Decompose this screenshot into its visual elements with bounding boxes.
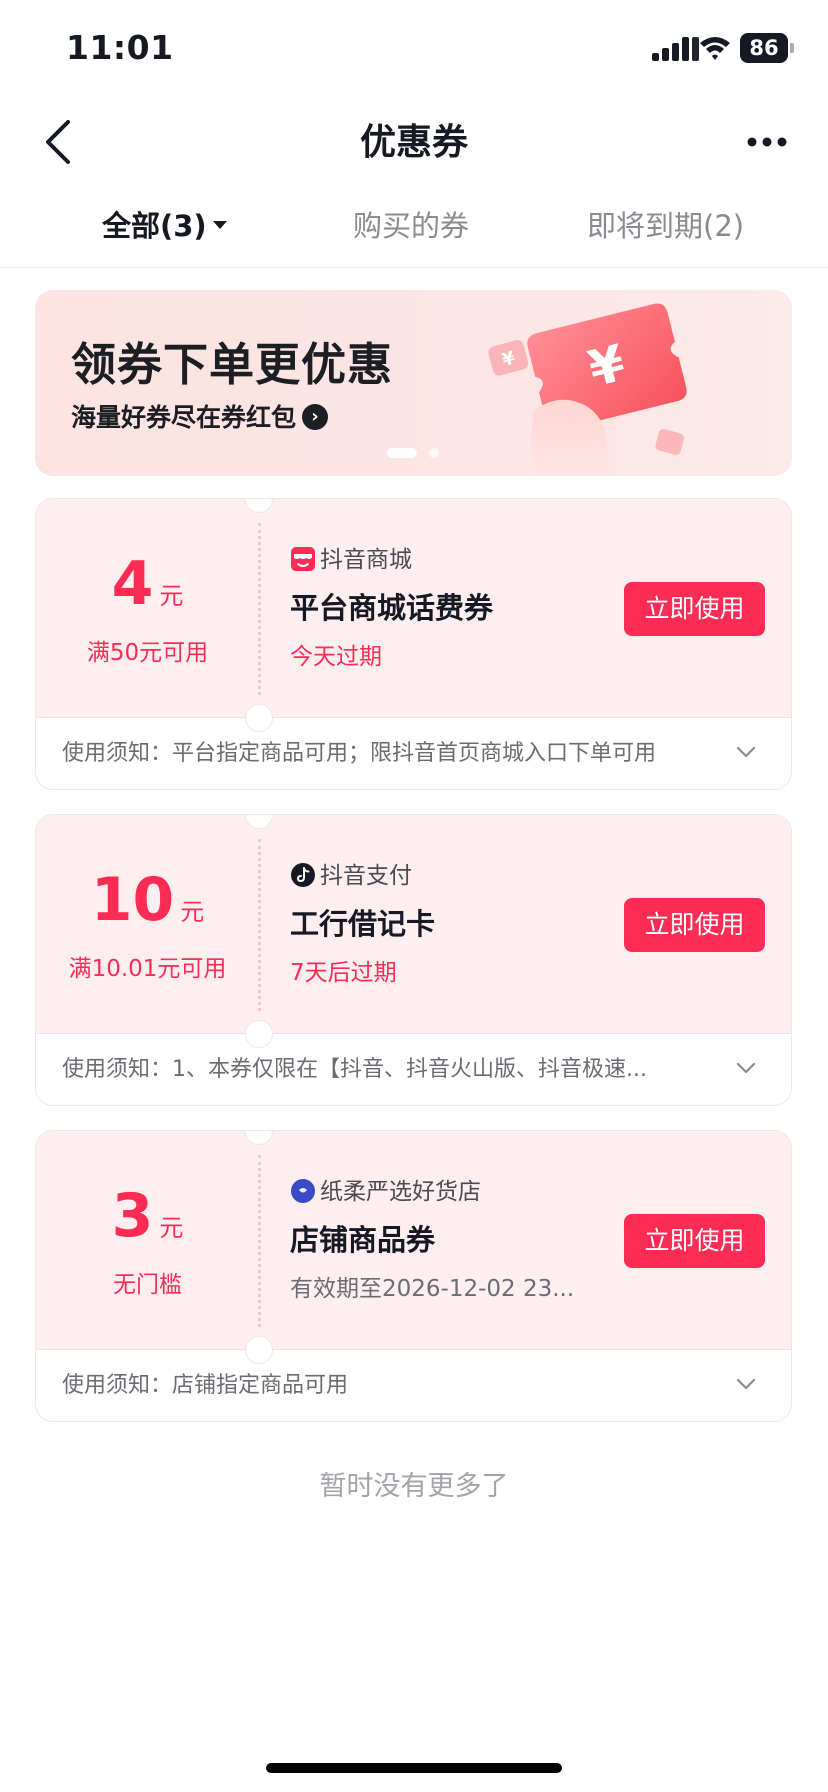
tab-all[interactable]: 全部(3) [102,202,227,250]
use-now-button[interactable]: 立即使用 [624,1214,765,1268]
more-options-icon[interactable] [744,124,790,160]
coupon-merchant: 抖音商城 [290,545,412,575]
coupon-amount-section: 3元 无门槛 [36,1131,259,1350]
usage-notice: 使用须知：1、本券仅限在【抖音、抖音火山版、抖音极速... [62,1057,647,1082]
coupon-expiry: 7天后过期 [290,960,397,986]
banner-subtitle: 海量好券尽在券红包 › [71,398,329,434]
cellular-signal-icon [652,37,699,61]
coupon-amount: 4元 [111,549,184,619]
coupon-body: 10 元 满10.01元可用 抖音支付 工行借记卡 7天后过期 立即使用 [36,815,791,1034]
merchant-name: 纸柔严选好货店 [320,1179,481,1205]
battery-icon: 86 [740,33,794,63]
home-indicator[interactable] [266,1763,562,1773]
usage-notice: 使用须知：平台指定商品可用；限抖音首页商城入口下单可用 [62,741,657,766]
coupon-illustration-icon: ¥ ¥ [488,303,687,476]
coupon-tabs: 全部(3) 购买的券 即将到期(2) [0,190,828,268]
coupon-merchant: 纸柔严选好货店 [290,1177,481,1207]
coupon-card: 4元 满50元可用 抖音商城 平台商城话费券 今天过期 立即使用 使用须知：平台… [35,498,792,790]
coupon-name: 平台商城话费券 [290,591,494,625]
coupon-name: 店铺商品券 [290,1223,436,1257]
shop-avatar-icon [291,1178,315,1203]
coupon-amount-section: 4元 满50元可用 [36,499,259,718]
coupon-name: 工行借记卡 [290,907,436,941]
banner-title: 领券下单更优惠 [71,338,394,391]
tab-expiring-soon[interactable]: 即将到期(2) [587,202,744,250]
coupon-body: 3元 无门槛 纸柔严选好货店 店铺商品券 有效期至2026-12-02 23..… [36,1131,791,1350]
coupon-expiry: 今天过期 [290,644,382,670]
arrow-right-icon: › [302,404,329,430]
coupon-expiry: 有效期至2026-12-02 23... [290,1276,575,1302]
use-now-button[interactable]: 立即使用 [624,898,765,952]
coupon-threshold: 无门槛 [113,1272,182,1298]
coupon-threshold: 满10.01元可用 [68,956,227,982]
coupon-divider [258,523,261,695]
merchant-name: 抖音支付 [320,863,412,889]
coupon-threshold: 满50元可用 [86,640,209,666]
banner-subtitle-text: 海量好券尽在券红包 [71,403,297,432]
coupon-card: 10 元 满10.01元可用 抖音支付 工行借记卡 7天后过期 立即使用 使用须知… [35,814,792,1106]
coupon-amount: 3元 [111,1181,184,1251]
nav-bar: 优惠券 [0,100,828,190]
status-bar: 11:01 86 [0,0,828,100]
wifi-icon [700,37,730,60]
caret-down-icon [212,221,227,229]
store-icon [291,546,315,571]
coupon-body: 4元 满50元可用 抖音商城 平台商城话费券 今天过期 立即使用 [36,499,791,718]
tab-all-label: 全部(3) [102,209,207,243]
no-more-text: 暂时没有更多了 [319,1471,509,1502]
status-time: 11:01 [66,28,174,67]
coupon-card: 3元 无门槛 纸柔严选好货店 店铺商品券 有效期至2026-12-02 23..… [35,1130,792,1422]
battery-level: 86 [749,36,779,60]
usage-notice: 使用须知：店铺指定商品可用 [62,1373,349,1398]
chevron-down-icon[interactable] [734,743,758,761]
promo-banner[interactable]: 领券下单更优惠 海量好券尽在券红包 › ¥ ¥ [35,290,792,476]
coupon-divider [258,839,261,1011]
douyin-logo-icon [291,862,315,887]
coupon-divider [258,1155,261,1327]
coupon-amount-section: 10 元 满10.01元可用 [36,815,259,1034]
use-now-button[interactable]: 立即使用 [624,582,765,636]
tab-bought[interactable]: 购买的券 [353,202,469,250]
coupon-merchant: 抖音支付 [290,861,412,891]
chevron-down-icon[interactable] [734,1059,758,1077]
chevron-down-icon[interactable] [734,1375,758,1393]
merchant-name: 抖音商城 [320,547,412,573]
page-title: 优惠券 [359,122,468,163]
coupon-amount: 10 元 [90,865,205,935]
